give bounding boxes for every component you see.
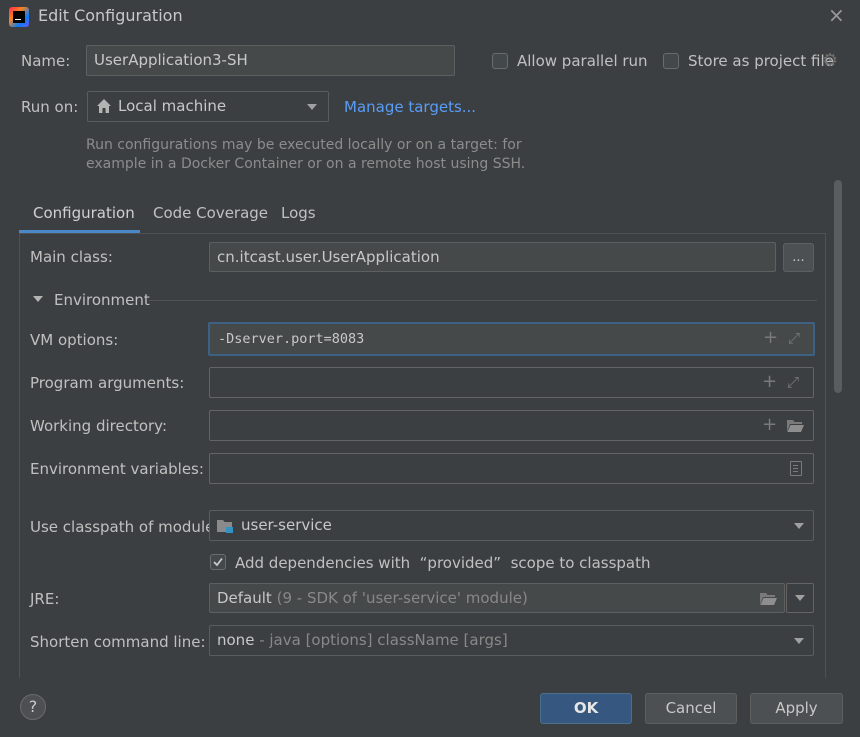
- classpath-value: user-service: [241, 516, 332, 534]
- module-folder-icon: [217, 519, 235, 534]
- chevron-down-icon: [794, 523, 804, 529]
- jre-detail: (9 - SDK of 'user-service' module): [276, 589, 528, 607]
- classpath-label: Use classpath of module:: [30, 518, 220, 536]
- manage-targets-link[interactable]: Manage targets...: [344, 98, 476, 116]
- chevron-down-icon: [307, 104, 317, 110]
- shorten-value: none: [217, 631, 255, 649]
- jre-field[interactable]: Default (9 - SDK of 'user-service' modul…: [209, 583, 785, 613]
- expand-icon[interactable]: ⤢: [788, 330, 800, 346]
- env-vars-label: Environment variables:: [30, 460, 204, 478]
- main-class-label: Main class:: [30, 248, 113, 266]
- allow-parallel-label[interactable]: Allow parallel run: [517, 52, 648, 70]
- document-icon[interactable]: [790, 461, 802, 476]
- shorten-label: Shorten command line:: [30, 633, 206, 651]
- vm-options-label: VM options:: [30, 331, 119, 349]
- run-on-hint: Run configurations may be executed local…: [86, 137, 526, 172]
- jre-dropdown-button[interactable]: [786, 583, 814, 613]
- chevron-down-icon: [795, 595, 805, 601]
- add-deps-label[interactable]: Add dependencies with “provided” scope t…: [235, 554, 651, 572]
- window-title: Edit Configuration: [38, 6, 183, 25]
- working-dir-field[interactable]: +: [209, 410, 814, 441]
- name-label: Name:: [21, 52, 71, 70]
- main-class-value: cn.itcast.user.UserApplication: [217, 248, 440, 266]
- close-icon[interactable]: ×: [828, 3, 845, 27]
- scrollbar-thumb[interactable]: [834, 180, 842, 393]
- environment-toggle[interactable]: Environment: [33, 291, 153, 311]
- main-class-browse-button[interactable]: ...: [783, 243, 814, 272]
- tab-configuration-label: Configuration: [33, 204, 135, 222]
- ok-button[interactable]: OK: [540, 693, 632, 724]
- vm-options-value: -Dserver.port=8083: [218, 331, 365, 347]
- environment-divider: [149, 300, 817, 301]
- name-field[interactable]: UserApplication3-SH: [86, 45, 455, 76]
- program-args-field[interactable]: + ⤢: [209, 367, 814, 398]
- collapse-arrow-icon: [33, 296, 43, 302]
- name-value: UserApplication3-SH: [94, 51, 248, 69]
- run-on-select[interactable]: Local machine: [87, 91, 329, 122]
- apply-button[interactable]: Apply: [750, 693, 843, 724]
- tab-configuration[interactable]: Configuration: [19, 194, 140, 233]
- vm-options-field[interactable]: -Dserver.port=8083 + ⤢: [208, 322, 815, 356]
- help-button[interactable]: ?: [20, 694, 46, 720]
- gear-icon[interactable]: ⚙: [822, 51, 838, 71]
- environment-label: Environment: [54, 291, 150, 309]
- tab-code-coverage-label: Code Coverage: [153, 204, 269, 222]
- shorten-select[interactable]: none - java [options] className [args]: [209, 625, 814, 656]
- add-deps-checkbox[interactable]: [210, 554, 226, 570]
- folder-icon[interactable]: [760, 592, 777, 605]
- chevron-down-icon: [794, 638, 804, 644]
- add-icon[interactable]: +: [763, 329, 778, 347]
- expand-icon[interactable]: ⤢: [787, 374, 799, 390]
- classpath-select[interactable]: user-service: [209, 510, 814, 541]
- env-vars-field[interactable]: [209, 453, 814, 484]
- shorten-value-text: none - java [options] className [args]: [217, 626, 508, 655]
- folder-icon[interactable]: [787, 419, 804, 432]
- jre-value: Default: [217, 589, 272, 607]
- app-logo-icon: [9, 7, 29, 27]
- run-on-value: Local machine: [118, 97, 227, 115]
- allow-parallel-checkbox[interactable]: [492, 53, 508, 69]
- main-class-field[interactable]: cn.itcast.user.UserApplication: [209, 242, 776, 272]
- store-project-checkbox[interactable]: [663, 53, 679, 69]
- jre-value-text: Default (9 - SDK of 'user-service' modul…: [217, 584, 528, 612]
- add-icon[interactable]: +: [762, 416, 777, 434]
- add-icon[interactable]: +: [762, 373, 777, 391]
- tab-logs-label: Logs: [281, 204, 316, 222]
- cancel-button[interactable]: Cancel: [645, 693, 737, 724]
- store-project-label[interactable]: Store as project file: [688, 52, 834, 70]
- home-icon: [96, 98, 112, 114]
- shorten-detail: - java [options] className [args]: [259, 631, 508, 649]
- working-dir-label: Working directory:: [30, 417, 168, 435]
- jre-label: JRE:: [30, 590, 60, 608]
- tab-logs[interactable]: Logs: [268, 194, 328, 233]
- run-on-label: Run on:: [21, 98, 79, 116]
- tab-code-coverage[interactable]: Code Coverage: [140, 194, 268, 233]
- program-args-label: Program arguments:: [30, 374, 185, 392]
